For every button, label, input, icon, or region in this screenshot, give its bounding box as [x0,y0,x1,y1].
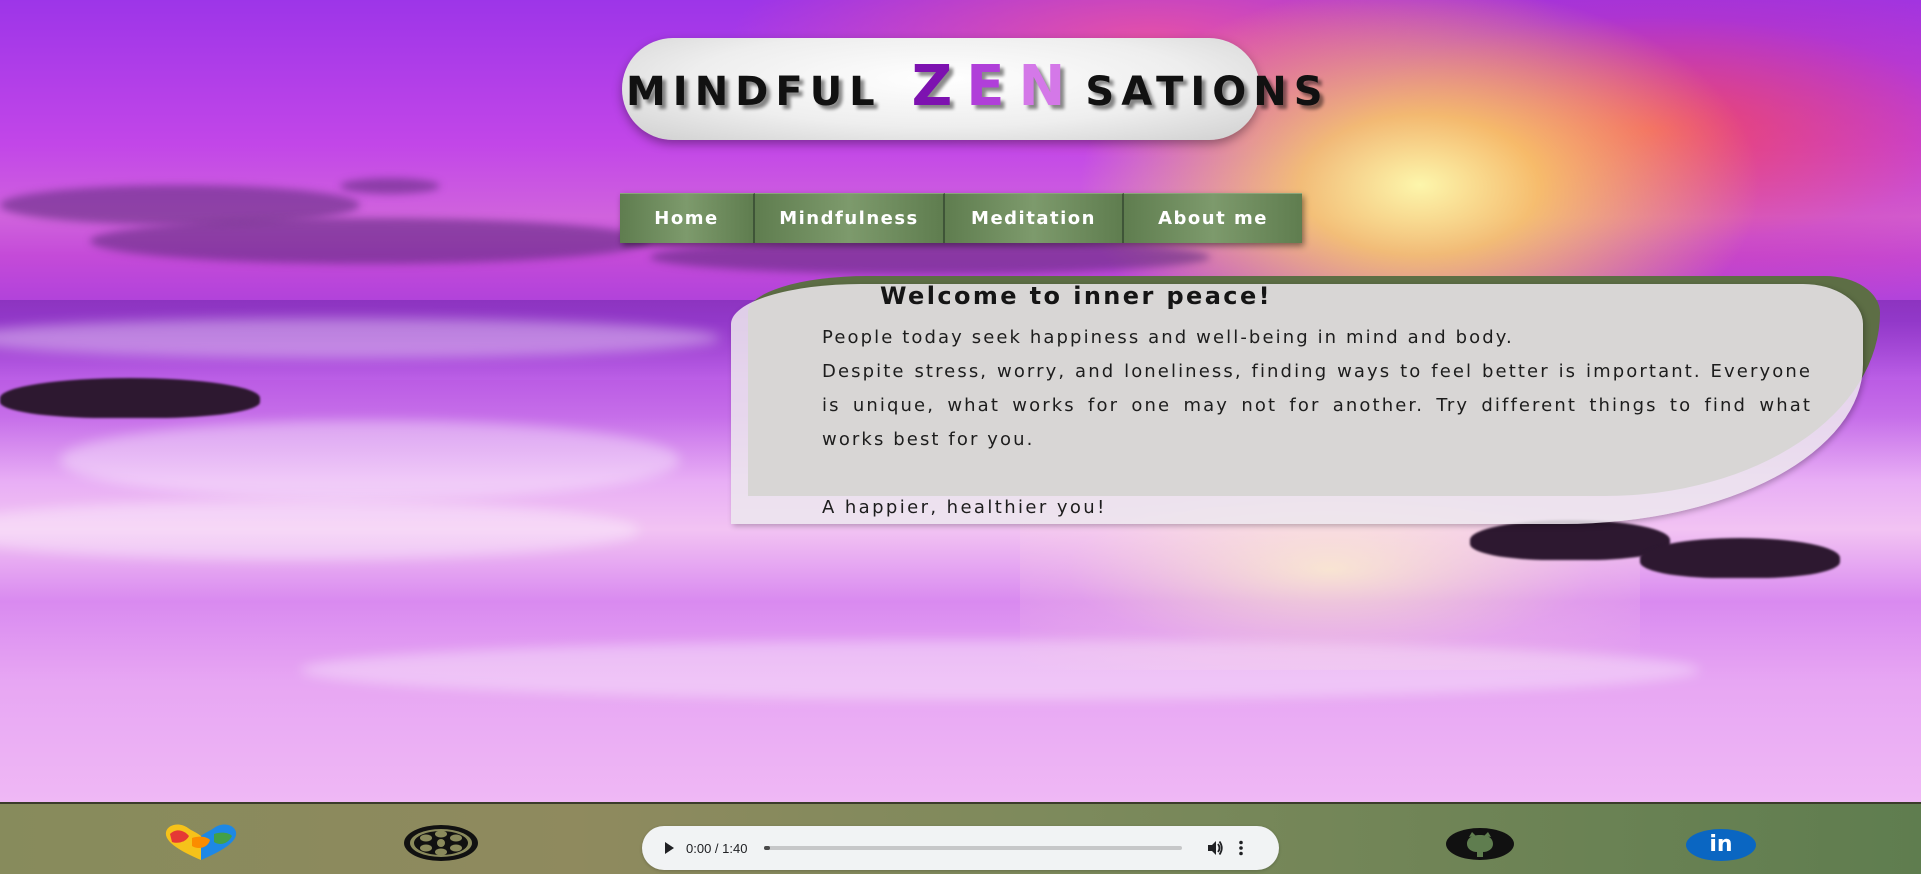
film-reel-icon[interactable] [402,823,480,863]
audio-progress-bar[interactable] [764,846,1182,850]
welcome-text: People today seek happiness and well-bei… [822,321,1812,457]
title-suffix: SATIONS [1085,69,1330,115]
wave-shape [60,420,680,500]
nav-mindfulness[interactable]: Mindfulness [755,193,945,243]
nav-home[interactable]: Home [620,193,755,243]
nav-about-me[interactable]: About me [1124,193,1302,243]
volume-icon[interactable] [1206,839,1224,857]
audio-player: 0:00 / 1:40 [642,826,1279,870]
wave-shape [0,500,640,560]
puzzle-heart-icon[interactable] [162,822,240,862]
title-letter-e: E [966,54,1019,119]
title-prefix: MINDFUL [626,69,882,115]
rock-shape [0,378,260,418]
welcome-closing: A happier, healthier you! [822,497,1107,518]
linkedin-label: in [1709,832,1733,857]
github-icon[interactable] [1445,827,1515,861]
rock-shape [1470,520,1670,560]
audio-progress-fill [764,846,771,850]
title-highlight: ZEN [912,54,1080,119]
nav-meditation[interactable]: Meditation [945,193,1124,243]
welcome-heading: Welcome to inner peace! [880,282,1272,310]
more-options-icon[interactable] [1238,840,1244,856]
title-letter-z: Z [911,54,967,119]
welcome-paragraph: Despite stress, worry, and loneliness, f… [822,361,1812,450]
site-title: MINDFUL ZEN SATIONS [626,54,1323,124]
cloud-shape [90,218,650,264]
cloud-shape [650,240,1210,274]
play-icon[interactable] [662,841,676,855]
main-nav: Home Mindfulness Meditation About me [620,193,1302,243]
title-letter-n: N [1018,54,1080,119]
welcome-paragraph: People today seek happiness and well-bei… [822,327,1514,348]
linkedin-icon[interactable]: in [1685,828,1757,862]
cloud-shape [340,178,440,194]
rock-shape [1640,538,1840,578]
audio-time: 0:00 / 1:40 [686,840,748,856]
